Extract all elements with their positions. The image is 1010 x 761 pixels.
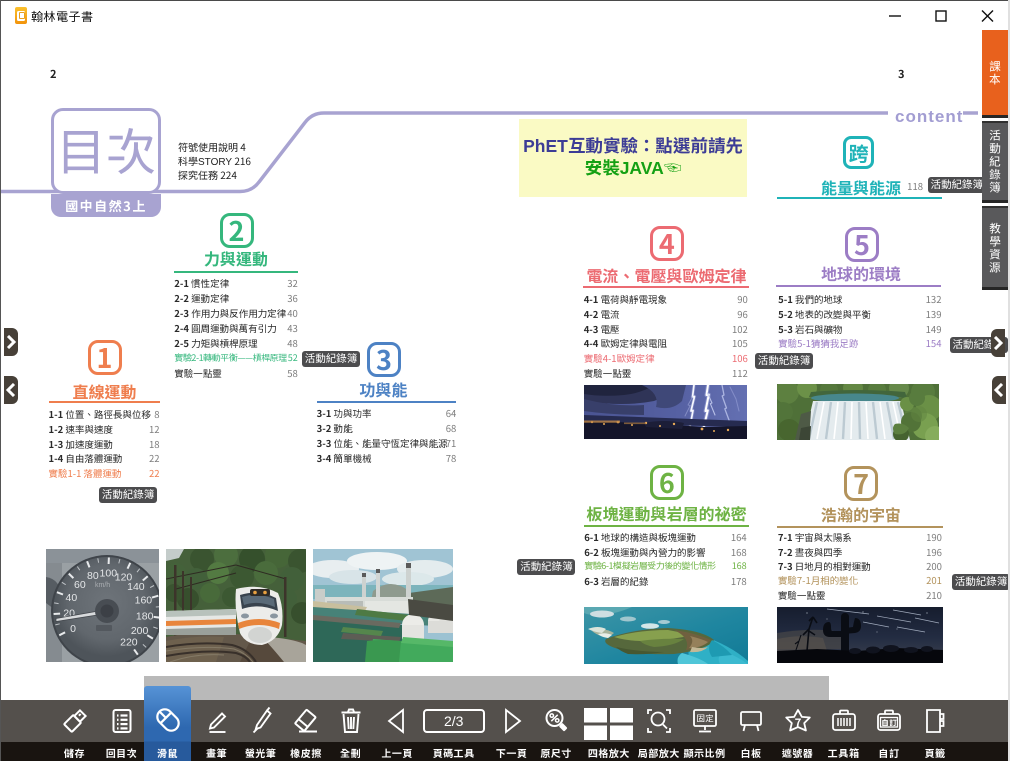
svg-text:140: 140	[127, 581, 145, 593]
svg-text:km/h: km/h	[95, 582, 110, 589]
svg-text:40: 40	[66, 592, 78, 604]
svg-text:60: 60	[74, 579, 86, 591]
svg-text:160: 160	[135, 595, 153, 607]
svg-text:自訂: 自訂	[881, 717, 897, 728]
svg-text:7: 7	[794, 715, 801, 731]
svg-text:220: 220	[120, 637, 138, 649]
svg-text:固定: 固定	[696, 713, 714, 725]
svg-text:200: 200	[131, 625, 149, 637]
svg-text:180: 180	[136, 610, 154, 622]
svg-text:0: 0	[70, 623, 76, 635]
svg-text:80: 80	[87, 570, 99, 582]
